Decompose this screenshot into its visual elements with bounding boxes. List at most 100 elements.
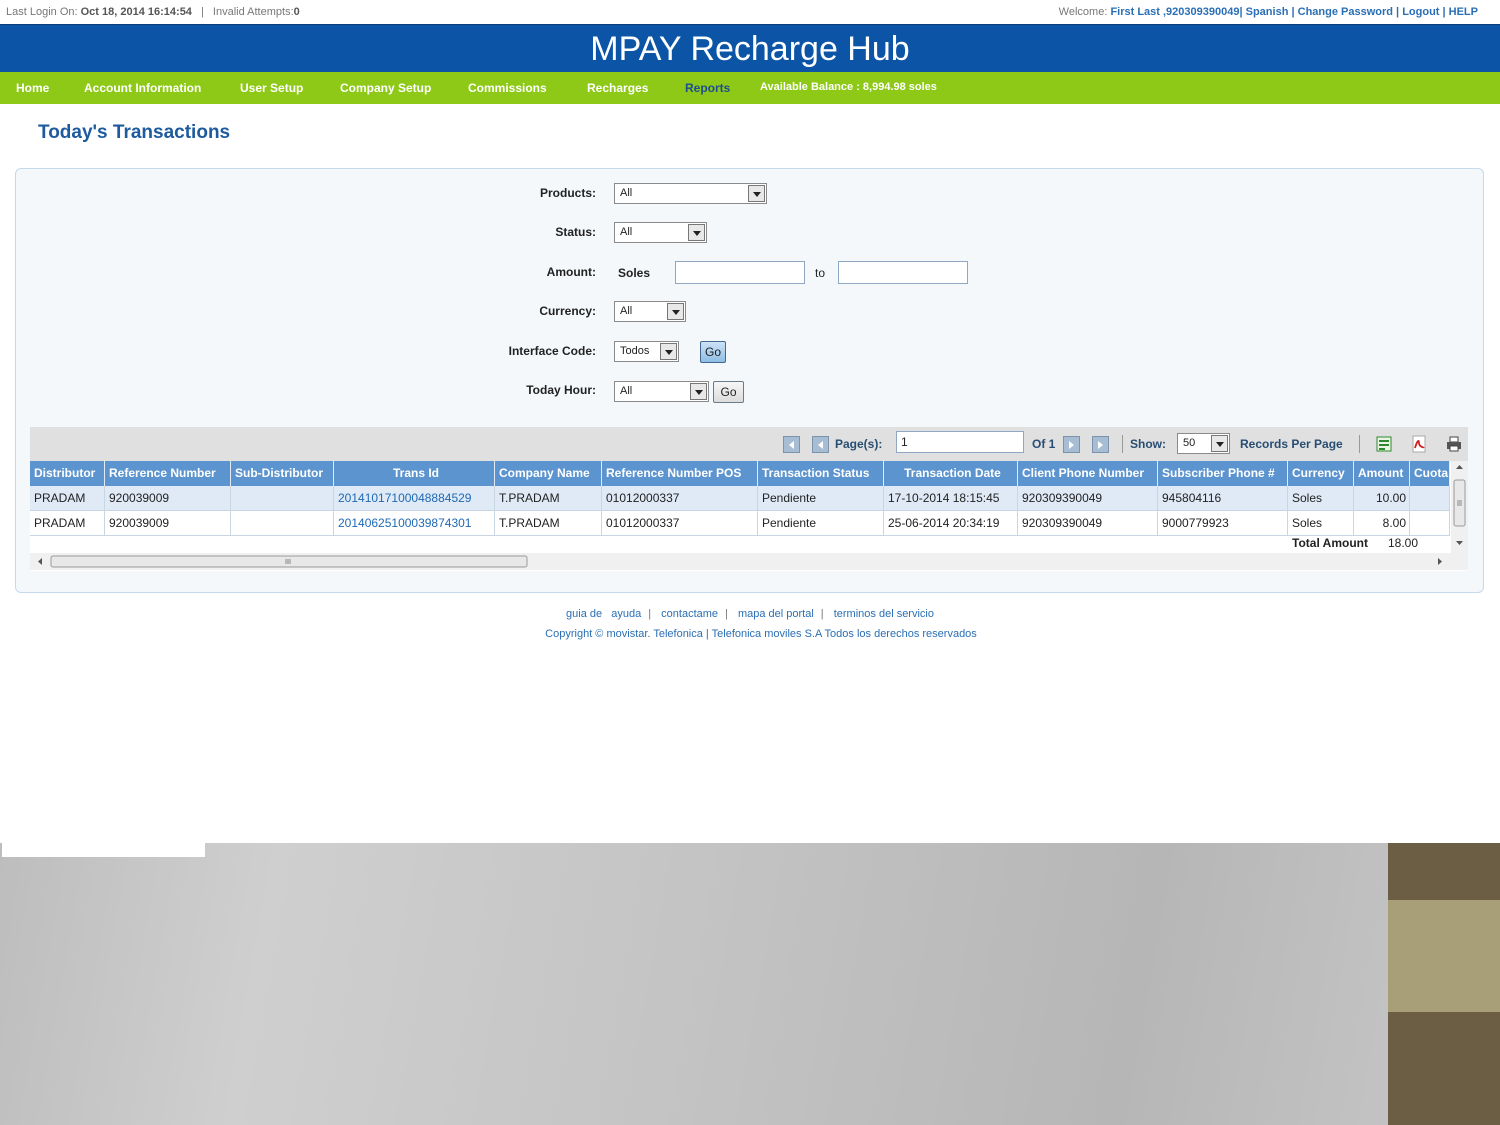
cell-currency: Soles <box>1288 511 1354 535</box>
currency-select[interactable]: All <box>614 301 686 322</box>
top-info-bar: Last Login On: Oct 18, 2014 16:14:54 | I… <box>0 0 1500 24</box>
cell-company-name: T.PRADAM <box>495 486 602 510</box>
login-info: Last Login On: Oct 18, 2014 16:14:54 | I… <box>6 6 300 18</box>
col-sub-distributor[interactable]: Sub-Distributor <box>231 461 334 486</box>
cell-transaction-status: Pendiente <box>758 511 884 535</box>
today-hour-select[interactable]: All <box>614 381 709 402</box>
today-hour-go-button[interactable]: Go <box>713 381 744 403</box>
invalid-attempts-value: 0 <box>293 6 300 18</box>
col-transaction-status[interactable]: Transaction Status <box>758 461 884 486</box>
divider <box>1122 435 1123 453</box>
records-per-page-value: 50 <box>1183 437 1196 449</box>
chevron-down-icon <box>660 343 677 360</box>
records-per-page-select[interactable]: 50 <box>1177 433 1230 454</box>
col-client-phone-number[interactable]: Client Phone Number <box>1018 461 1158 486</box>
last-login-label: Last Login On: <box>6 6 78 18</box>
nav-reports[interactable]: Reports <box>685 81 730 95</box>
page-title: Today's Transactions <box>38 122 231 143</box>
cell-currency: Soles <box>1288 486 1354 510</box>
interface-code-label: Interface Code: <box>508 344 596 358</box>
nav-user-setup[interactable]: User Setup <box>240 81 303 95</box>
status-select[interactable]: All <box>614 222 707 243</box>
nav-commissions[interactable]: Commissions <box>468 81 547 95</box>
next-page-icon[interactable] <box>1063 436 1080 453</box>
separator: | <box>201 6 204 18</box>
cell-amount: 8.00 <box>1354 511 1410 535</box>
excel-export-icon[interactable] <box>1375 435 1393 453</box>
table-row[interactable]: PRADAM 920039009 20141017100048884529 T.… <box>30 486 1450 511</box>
products-select[interactable]: All <box>614 183 767 204</box>
col-currency[interactable]: Currency <box>1288 461 1354 486</box>
cell-reference-number-pos: 01012000337 <box>602 486 758 510</box>
footer-sitemap-link[interactable]: mapa del portal <box>738 608 814 620</box>
welcome-label: Welcome: <box>1058 6 1108 18</box>
col-amount[interactable]: Amount <box>1354 461 1410 486</box>
scrollbar-arrows-icon <box>38 555 1442 568</box>
nav-company-setup[interactable]: Company Setup <box>340 81 431 95</box>
amount-to-input[interactable] <box>838 261 968 284</box>
prev-page-icon[interactable] <box>812 436 829 453</box>
cell-transaction-status: Pendiente <box>758 486 884 510</box>
trans-id-link[interactable]: 20140625100039874301 <box>338 516 471 530</box>
change-password-link[interactable]: Change Password <box>1298 6 1393 18</box>
col-trans-id[interactable]: Trans Id <box>334 461 495 486</box>
show-label: Show: <box>1130 437 1166 451</box>
cell-subscriber-phone: 945804116 <box>1158 486 1288 510</box>
cell-client-phone: 920309390049 <box>1018 486 1158 510</box>
col-reference-number[interactable]: Reference Number <box>105 461 231 486</box>
vertical-scrollbar[interactable] <box>1451 461 1468 553</box>
interface-go-button[interactable]: Go <box>700 341 726 363</box>
interface-code-select[interactable]: Todos <box>614 341 679 362</box>
interface-code-value: Todos <box>620 345 650 357</box>
page-of-label: Of 1 <box>1032 437 1056 451</box>
app-title: MPAY Recharge Hub <box>590 30 910 68</box>
pdf-export-icon[interactable] <box>1410 435 1428 453</box>
copyright: Copyright © movistar. Telefonica | Telef… <box>545 628 977 640</box>
col-company-name[interactable]: Company Name <box>495 461 602 486</box>
last-login-value: Oct 18, 2014 16:14:54 <box>80 6 192 18</box>
col-cuota[interactable]: Cuota <box>1410 461 1450 486</box>
amount-from-input[interactable] <box>675 261 805 284</box>
cell-reference-number: 920039009 <box>105 511 231 535</box>
nav-account-information[interactable]: Account Information <box>84 81 201 95</box>
last-page-icon[interactable] <box>1092 436 1109 453</box>
nav-home[interactable]: Home <box>16 81 49 95</box>
cell-amount: 10.00 <box>1354 486 1410 510</box>
transactions-grid: Page(s): 1 Of 1 Show: 50 Records Per Pag… <box>30 427 1468 571</box>
first-page-icon[interactable] <box>783 436 800 453</box>
currency-label: Currency: <box>539 304 596 318</box>
trans-id-link[interactable]: 20141017100048884529 <box>338 491 471 505</box>
page-input[interactable]: 1 <box>896 431 1024 453</box>
cell-distributor: PRADAM <box>30 486 105 510</box>
col-distributor[interactable]: Distributor <box>30 461 105 486</box>
total-amount-label: Total Amount <box>1292 536 1368 550</box>
table-row[interactable]: PRADAM 920039009 20140625100039874301 T.… <box>30 511 1450 536</box>
cell-sub-distributor <box>231 486 334 510</box>
scrollbar-arrows-icon <box>1453 465 1466 545</box>
footer-terms-link[interactable]: terminos del servicio <box>834 608 934 620</box>
col-transaction-date[interactable]: Transaction Date <box>884 461 1018 486</box>
white-block <box>2 820 205 857</box>
spanish-link[interactable]: Spanish <box>1246 6 1289 18</box>
cell-distributor: PRADAM <box>30 511 105 535</box>
welcome-user[interactable]: First Last ,920309390049 <box>1110 6 1239 18</box>
print-icon[interactable] <box>1445 435 1463 453</box>
nav-recharges[interactable]: Recharges <box>587 81 648 95</box>
currency-value: All <box>620 305 633 317</box>
cell-transaction-date: 17-10-2014 18:15:45 <box>884 486 1018 510</box>
amount-currency: Soles <box>618 266 651 280</box>
horizontal-scrollbar[interactable] <box>30 553 1468 570</box>
col-reference-number-pos[interactable]: Reference Number POS <box>602 461 758 486</box>
help-link[interactable]: HELP <box>1449 6 1478 18</box>
today-hour-label: Today Hour: <box>526 383 596 397</box>
pages-label: Page(s): <box>835 437 883 451</box>
col-subscriber-phone[interactable]: Subscriber Phone # <box>1158 461 1288 486</box>
footer-contact-link[interactable]: contactame <box>661 608 718 620</box>
amount-to-label: to <box>815 266 826 280</box>
products-value: All <box>620 187 633 199</box>
total-amount-value: 18.00 <box>1388 536 1419 550</box>
records-per-page-label: Records Per Page <box>1240 437 1343 451</box>
divider <box>1359 435 1360 453</box>
footer-help-link[interactable]: guia de ayuda <box>566 608 641 620</box>
logout-link[interactable]: Logout <box>1402 6 1439 18</box>
